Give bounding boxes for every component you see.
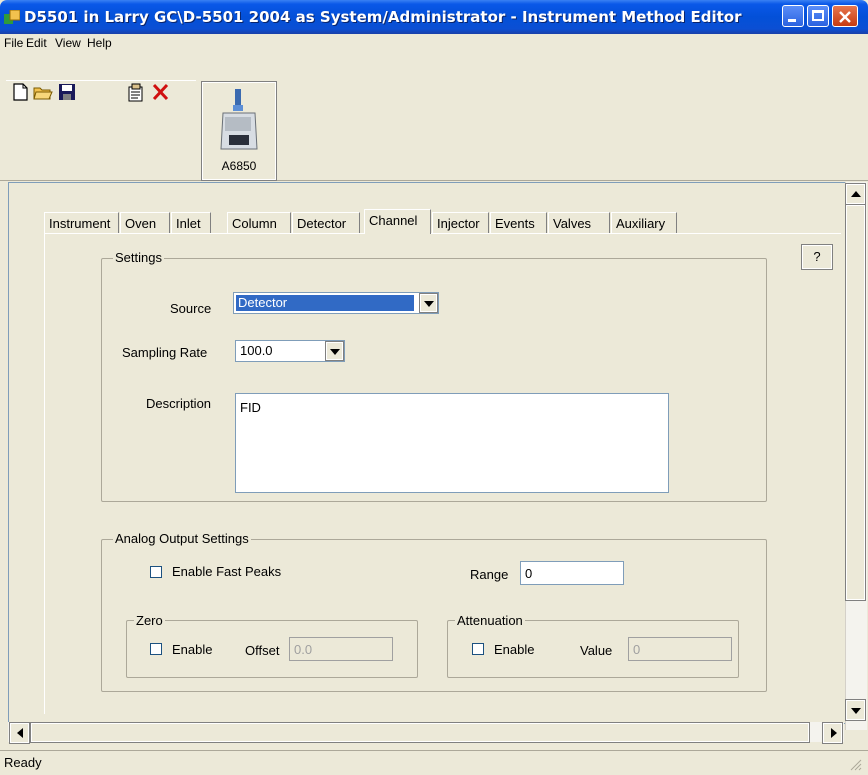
tab-oven[interactable]: Oven [120,212,170,233]
attenuation-value-label: Value [580,643,613,658]
new-file-icon[interactable] [10,82,30,102]
offset-input[interactable]: 0.0 [289,637,393,661]
status-bar: Ready [0,750,868,775]
description-textarea[interactable]: FID [235,393,669,493]
tab-instrument[interactable]: Instrument [44,212,119,233]
window-title: D5501 in Larry GC\D-5501 2004 as System/… [24,8,742,26]
toolbar-area [0,52,868,181]
close-button[interactable] [832,5,858,27]
menu-edit[interactable]: Edit [26,36,47,50]
tab-events[interactable]: Events [490,212,547,233]
source-dropdown-arrow[interactable] [419,293,438,313]
tab-injector[interactable]: Injector [432,212,489,233]
toolbar-divider [6,80,196,81]
help-button[interactable]: ? [801,244,833,270]
delete-icon[interactable] [150,82,170,102]
attenuation-group-label: Attenuation [455,613,525,628]
arrow-up-icon [851,191,861,197]
chevron-down-icon [330,349,340,355]
source-dropdown[interactable]: Detector [233,292,439,314]
tab-valves[interactable]: Valves [548,212,610,233]
gc-instrument-icon [220,89,258,150]
instrument-button[interactable]: A6850 [201,81,277,181]
sampling-rate-label: Sampling Rate [122,345,208,360]
attenuation-enable-checkbox[interactable] [472,643,484,655]
tab-auxiliary[interactable]: Auxiliary [611,212,677,233]
attenuation-value: 0 [633,642,641,657]
source-value: Detector [238,295,288,310]
source-label: Source [170,301,212,316]
arrow-left-icon [17,728,23,738]
description-label: Description [146,396,212,411]
tab-detector[interactable]: Detector [292,212,360,233]
scroll-left-button[interactable] [9,722,30,744]
offset-label: Offset [245,643,280,658]
open-folder-icon[interactable] [33,82,53,102]
menu-view[interactable]: View [55,36,81,50]
menu-bar: File Edit View Help [0,34,868,52]
enable-fast-peaks-checkbox[interactable] [150,566,162,578]
range-value: 0 [525,566,533,581]
title-bar: D5501 in Larry GC\D-5501 2004 as System/… [0,0,868,34]
tab-column[interactable]: Column [227,212,291,233]
scroll-up-button[interactable] [845,183,866,205]
sampling-rate-value: 100.0 [240,343,273,358]
scroll-right-button[interactable] [822,722,843,744]
settings-group-label: Settings [113,250,164,265]
scroll-down-button[interactable] [845,699,866,721]
arrow-down-icon [851,708,861,714]
status-text: Ready [4,755,42,770]
app-icon [4,10,20,24]
arrow-right-icon [831,728,837,738]
chevron-down-icon [424,301,434,307]
range-label: Range [470,567,509,582]
attenuation-value-input[interactable]: 0 [628,637,732,661]
close-icon [839,11,851,23]
resize-grip-icon[interactable] [848,757,862,771]
zero-enable-label: Enable [172,642,213,657]
minimize-button[interactable] [782,5,804,27]
description-value: FID [240,400,261,415]
horizontal-scroll-thumb[interactable] [30,722,810,743]
offset-value: 0.0 [294,642,313,657]
report-icon[interactable] [126,82,146,102]
range-input[interactable]: 0 [520,561,624,585]
instrument-label: A6850 [221,159,257,173]
zero-enable-checkbox[interactable] [150,643,162,655]
scroll-thumb[interactable] [845,204,866,601]
maximize-button[interactable] [807,5,829,27]
tab-channel[interactable]: Channel [364,209,431,234]
enable-fast-peaks-label: Enable Fast Peaks [172,564,282,579]
tab-inlet[interactable]: Inlet [171,212,211,233]
menu-help[interactable]: Help [87,36,112,50]
analog-output-group-label: Analog Output Settings [113,531,251,546]
save-icon[interactable] [57,82,77,102]
menu-file[interactable]: File [4,36,23,50]
zero-group-label: Zero [134,613,165,628]
sampling-rate-dropdown[interactable]: 100.0 [235,340,345,362]
attenuation-enable-label: Enable [494,642,535,657]
sampling-rate-dropdown-arrow[interactable] [325,341,344,361]
